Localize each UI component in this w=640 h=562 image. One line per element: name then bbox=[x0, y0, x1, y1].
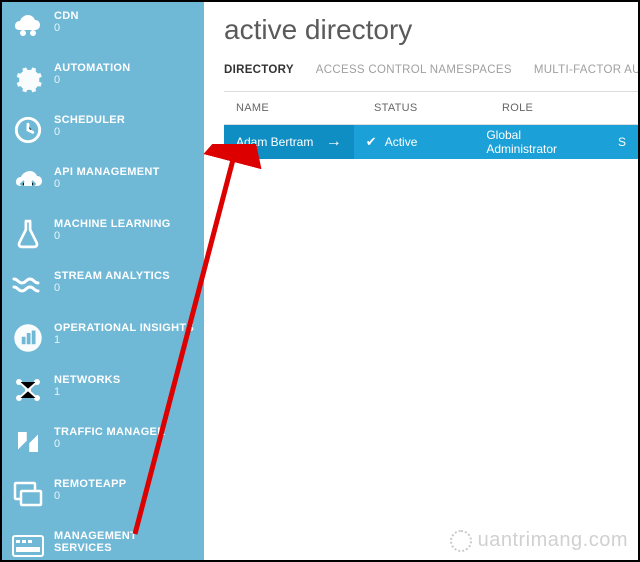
sidebar-item-count: 0 bbox=[54, 438, 165, 450]
sidebar-item-machine-learning[interactable]: MACHINE LEARNING0 bbox=[2, 210, 204, 262]
sidebar-item-count: 0 bbox=[54, 22, 79, 34]
cell-status: ✔ Active bbox=[354, 125, 475, 159]
sidebar-item-count: 1 bbox=[54, 334, 194, 346]
cdn-icon bbox=[10, 8, 46, 44]
status-text: Active bbox=[385, 135, 418, 149]
column-role[interactable]: ROLE bbox=[490, 92, 630, 124]
clock-icon bbox=[10, 112, 46, 148]
tabs: DIRECTORY ACCESS CONTROL NAMESPACES MULT… bbox=[224, 64, 638, 85]
cell-name[interactable]: Adam Bertram → bbox=[224, 125, 354, 159]
table-row[interactable]: Adam Bertram → ✔ Active Global Administr… bbox=[224, 125, 638, 159]
sidebar-item-count: 0 bbox=[54, 490, 126, 502]
sidebar-item-label: CDN bbox=[54, 10, 79, 22]
stream-icon bbox=[10, 268, 46, 304]
sidebar-item-management-services[interactable]: MANAGEMENT SERVICES bbox=[2, 522, 204, 560]
gear-icon bbox=[10, 60, 46, 96]
sidebar-item-count: 0 bbox=[54, 282, 170, 294]
sidebar-item-cdn[interactable]: CDN0 bbox=[2, 2, 204, 54]
traffic-icon bbox=[10, 424, 46, 460]
insights-icon bbox=[10, 320, 46, 356]
sidebar-item-operational-insights[interactable]: OPERATIONAL INSIGHTS1 bbox=[2, 314, 204, 366]
sidebar-item-label: AUTOMATION bbox=[54, 62, 131, 74]
sidebar-item-label: OPERATIONAL INSIGHTS bbox=[54, 322, 194, 334]
sidebar-item-count: 0 bbox=[54, 230, 171, 242]
sidebar-item-label: MACHINE LEARNING bbox=[54, 218, 171, 230]
cell-extra: S bbox=[606, 125, 638, 159]
sidebar-item-label: MANAGEMENT SERVICES bbox=[54, 530, 196, 554]
sidebar-item-automation[interactable]: AUTOMATION0 bbox=[2, 54, 204, 106]
column-status[interactable]: STATUS bbox=[362, 92, 490, 124]
sidebar-item-api-management[interactable]: API MANAGEMENT0 bbox=[2, 158, 204, 210]
check-icon: ✔ bbox=[366, 134, 377, 150]
network-icon bbox=[10, 372, 46, 408]
sidebar-item-label: NETWORKS bbox=[54, 374, 121, 386]
page-title: active directory bbox=[224, 14, 638, 46]
sidebar-item-count: 0 bbox=[54, 178, 160, 190]
flask-icon bbox=[10, 216, 46, 252]
sidebar-item-networks[interactable]: NETWORKS1 bbox=[2, 366, 204, 418]
cell-role: Global Administrator bbox=[474, 125, 606, 159]
sidebar-item-label: API MANAGEMENT bbox=[54, 166, 160, 178]
sidebar: CDN0 AUTOMATION0 SCHEDULER0 API MANAGEME… bbox=[2, 2, 204, 560]
directory-name: Adam Bertram bbox=[236, 135, 313, 149]
remoteapp-icon bbox=[10, 476, 46, 512]
sidebar-item-scheduler[interactable]: SCHEDULER0 bbox=[2, 106, 204, 158]
sidebar-item-count: 0 bbox=[54, 74, 131, 86]
tab-directory[interactable]: DIRECTORY bbox=[224, 64, 294, 84]
table-header: NAME STATUS ROLE bbox=[224, 91, 638, 125]
sidebar-item-stream-analytics[interactable]: STREAM ANALYTICS0 bbox=[2, 262, 204, 314]
management-icon bbox=[10, 528, 46, 560]
sidebar-item-label: SCHEDULER bbox=[54, 114, 125, 126]
tab-access-control-namespaces[interactable]: ACCESS CONTROL NAMESPACES bbox=[316, 64, 512, 84]
tab-multi-factor-auth-providers[interactable]: MULTI-FACTOR AUTH PROVIDERS bbox=[534, 64, 640, 84]
arrow-right-icon[interactable]: → bbox=[326, 133, 342, 151]
column-name[interactable]: NAME bbox=[224, 92, 362, 124]
sidebar-item-count: 0 bbox=[54, 126, 125, 138]
sidebar-item-traffic-manager[interactable]: TRAFFIC MANAGER0 bbox=[2, 418, 204, 470]
sidebar-item-label: REMOTEAPP bbox=[54, 478, 126, 490]
main-panel: active directory DIRECTORY ACCESS CONTRO… bbox=[204, 2, 638, 560]
sidebar-item-remoteapp[interactable]: REMOTEAPP0 bbox=[2, 470, 204, 522]
sidebar-item-label: STREAM ANALYTICS bbox=[54, 270, 170, 282]
cloud-arrows-icon bbox=[10, 164, 46, 200]
sidebar-item-count: 1 bbox=[54, 386, 121, 398]
sidebar-item-label: TRAFFIC MANAGER bbox=[54, 426, 165, 438]
